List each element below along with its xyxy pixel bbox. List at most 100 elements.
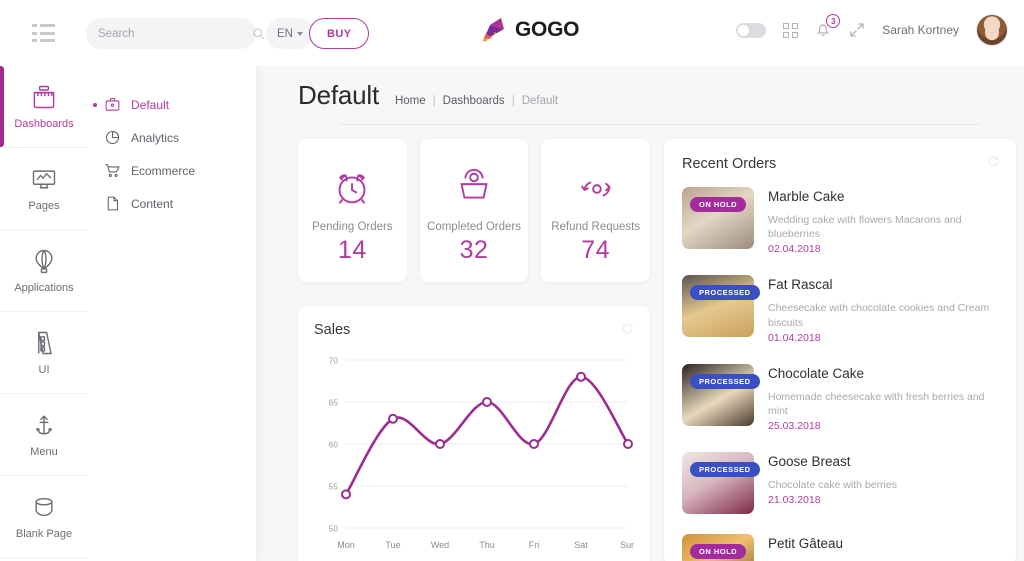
sidebar-item-ui[interactable]: UI — [0, 312, 88, 394]
avatar[interactable] — [976, 14, 1008, 46]
dashboards-submenu: Default Analytics Ecommerce Content — [88, 66, 256, 561]
basket-money-icon — [460, 168, 488, 199]
search-input[interactable] — [98, 27, 252, 40]
stat-value: 32 — [459, 236, 489, 264]
stat-label: Refund Requests — [551, 221, 641, 233]
hot-air-balloon-icon — [35, 249, 53, 274]
submenu-item-default[interactable]: Default — [88, 88, 256, 121]
sidebar-item-applications[interactable]: Applications — [0, 230, 88, 312]
order-description: Homemade cheesecake with fresh berries a… — [768, 390, 985, 417]
notification-bell-icon[interactable]: 3 — [815, 14, 841, 40]
active-bullet-icon — [93, 102, 97, 107]
svg-text:70: 70 — [329, 356, 339, 366]
svg-text:Tue: Tue — [385, 540, 400, 550]
alarm-clock-icon — [338, 174, 366, 204]
sidebar-item-label: Menu — [30, 446, 58, 458]
order-description: Chocolate cake with berries — [768, 479, 897, 492]
notification-badge: 3 — [826, 14, 841, 28]
status-badge: PROCESSED — [690, 462, 760, 478]
refund-arrows-icon — [580, 181, 611, 197]
anchor-icon — [35, 415, 53, 435]
svg-text:55: 55 — [329, 482, 339, 492]
sidebar-item-label: UI — [38, 364, 50, 376]
order-date: 02.04.2018 — [768, 243, 821, 256]
submenu-item-label: Content — [131, 196, 174, 211]
list-menu-icon[interactable] — [32, 24, 56, 42]
order-row[interactable]: ON HOLD Petit GâteauChocolate cake with m… — [664, 534, 1016, 561]
buy-button[interactable]: BUY — [309, 18, 370, 49]
stat-card-completed-orders[interactable]: Completed Orders 32 — [419, 139, 529, 282]
dark-mode-toggle[interactable] — [736, 22, 767, 38]
language-label: EN — [277, 27, 293, 40]
submenu-item-label: Analytics — [131, 130, 180, 145]
order-body: Chocolate Cake Homemade cheesecake with f… — [768, 364, 998, 432]
right-column: Recent Orders ON HOLD Marble Cake Wedding … — [664, 139, 1016, 561]
stat-label: Completed Orders — [427, 221, 521, 233]
submenu-item-analytics[interactable]: Analytics — [88, 121, 256, 154]
brand[interactable]: GOGO — [481, 16, 579, 44]
order-title: Fat Rascal — [768, 277, 833, 293]
book-icon — [37, 331, 52, 355]
order-title: Petit Gâteau — [768, 536, 844, 552]
sales-card-title: Sales — [314, 322, 351, 338]
basket-icon — [35, 497, 53, 516]
svg-text:Wed: Wed — [431, 540, 449, 550]
sidebar-item-label: Applications — [14, 282, 74, 294]
order-body: Marble Cake Wedding cake with flowers Mac… — [768, 187, 998, 255]
search-box[interactable] — [86, 18, 265, 49]
document-icon — [107, 196, 118, 211]
status-badge: ON HOLD — [690, 544, 747, 560]
order-row[interactable]: PROCESSED Goose Breast Chocolate cake with… — [664, 452, 1016, 534]
sidebar-item-blank-page[interactable]: Blank Page — [0, 476, 88, 558]
sidebar-item-label: Dashboards — [14, 118, 74, 130]
brand-name: GOGO — [515, 18, 580, 41]
order-date: 25.03.2018 — [768, 420, 821, 433]
shop-icon — [33, 85, 55, 109]
order-description: Wedding cake with flowers Macarons and b… — [768, 214, 962, 241]
refresh-icon[interactable] — [987, 155, 1000, 168]
order-date: 21.03.2018 — [768, 494, 821, 507]
svg-text:65: 65 — [329, 398, 339, 408]
order-title: Chocolate Cake — [768, 365, 865, 381]
status-badge: PROCESSED — [690, 285, 760, 301]
breadcrumb-item-home[interactable]: Home — [395, 95, 426, 107]
gogo-logo-icon — [483, 18, 504, 42]
sidebar-item-menu[interactable]: Menu — [0, 394, 88, 476]
submenu-item-ecommerce[interactable]: Ecommerce — [88, 154, 256, 187]
order-date: 01.04.2018 — [768, 331, 821, 344]
status-badge: ON HOLD — [690, 197, 747, 212]
header-actions: 3 Sarah Kortney — [736, 14, 1008, 46]
apps-grid-icon[interactable] — [783, 22, 799, 38]
submenu-item-content[interactable]: Content — [88, 187, 256, 220]
breadcrumb-separator: | — [432, 95, 436, 107]
language-selector[interactable]: EN — [266, 18, 314, 49]
stat-card-pending-orders[interactable]: Pending Orders 14 — [298, 139, 407, 282]
left-column: Pending Orders 14 Completed Orders 32 Re… — [298, 139, 651, 561]
pie-chart-icon — [105, 130, 120, 145]
dashboard-grid: Pending Orders 14 Completed Orders 32 Re… — [256, 125, 1024, 561]
page-title: Default — [298, 80, 379, 110]
fullscreen-expand-icon[interactable] — [849, 22, 865, 38]
chevron-down-icon — [296, 31, 303, 36]
order-body: Goose Breast Chocolate cake with berries 2… — [768, 452, 998, 514]
sidebar-item-pages[interactable]: Pages — [0, 148, 88, 230]
order-row[interactable]: ON HOLD Marble Cake Wedding cake with flow… — [664, 187, 1016, 275]
order-row[interactable]: PROCESSED Chocolate Cake Homemade cheeseca… — [664, 363, 1016, 452]
svg-text:Fri: Fri — [529, 540, 540, 550]
top-header: EN BUY GOGO — [0, 0, 1024, 66]
order-body: Petit GâteauChocolate cake with mascarpo… — [768, 534, 998, 561]
stats-row: Pending Orders 14 Completed Orders 32 Re… — [298, 139, 651, 282]
main-content: Default Home | Dashboards | Default Pend… — [256, 66, 1024, 561]
main-sidebar: Dashboards Pages Applications UI Menu Bl… — [0, 66, 88, 561]
monitor-icon — [32, 170, 56, 189]
stat-value: 14 — [337, 236, 367, 264]
refresh-icon[interactable] — [621, 322, 634, 335]
stat-card-refund-requests[interactable]: Refund Requests 74 — [541, 139, 651, 282]
order-title: Marble Cake — [768, 189, 845, 204]
shopping-cart-icon — [105, 164, 120, 177]
sidebar-item-dashboards[interactable]: Dashboards — [0, 66, 88, 148]
sales-card: Sales 50 55 60 65 70 Mon Tue Wed Thu Fri Sat Sun — [298, 306, 650, 561]
breadcrumb-item-dashboards[interactable]: Dashboards — [443, 95, 505, 107]
svg-text:60: 60 — [329, 440, 339, 450]
order-row[interactable]: PROCESSED Fat Rascal Cheesecake with choco… — [664, 275, 1016, 363]
